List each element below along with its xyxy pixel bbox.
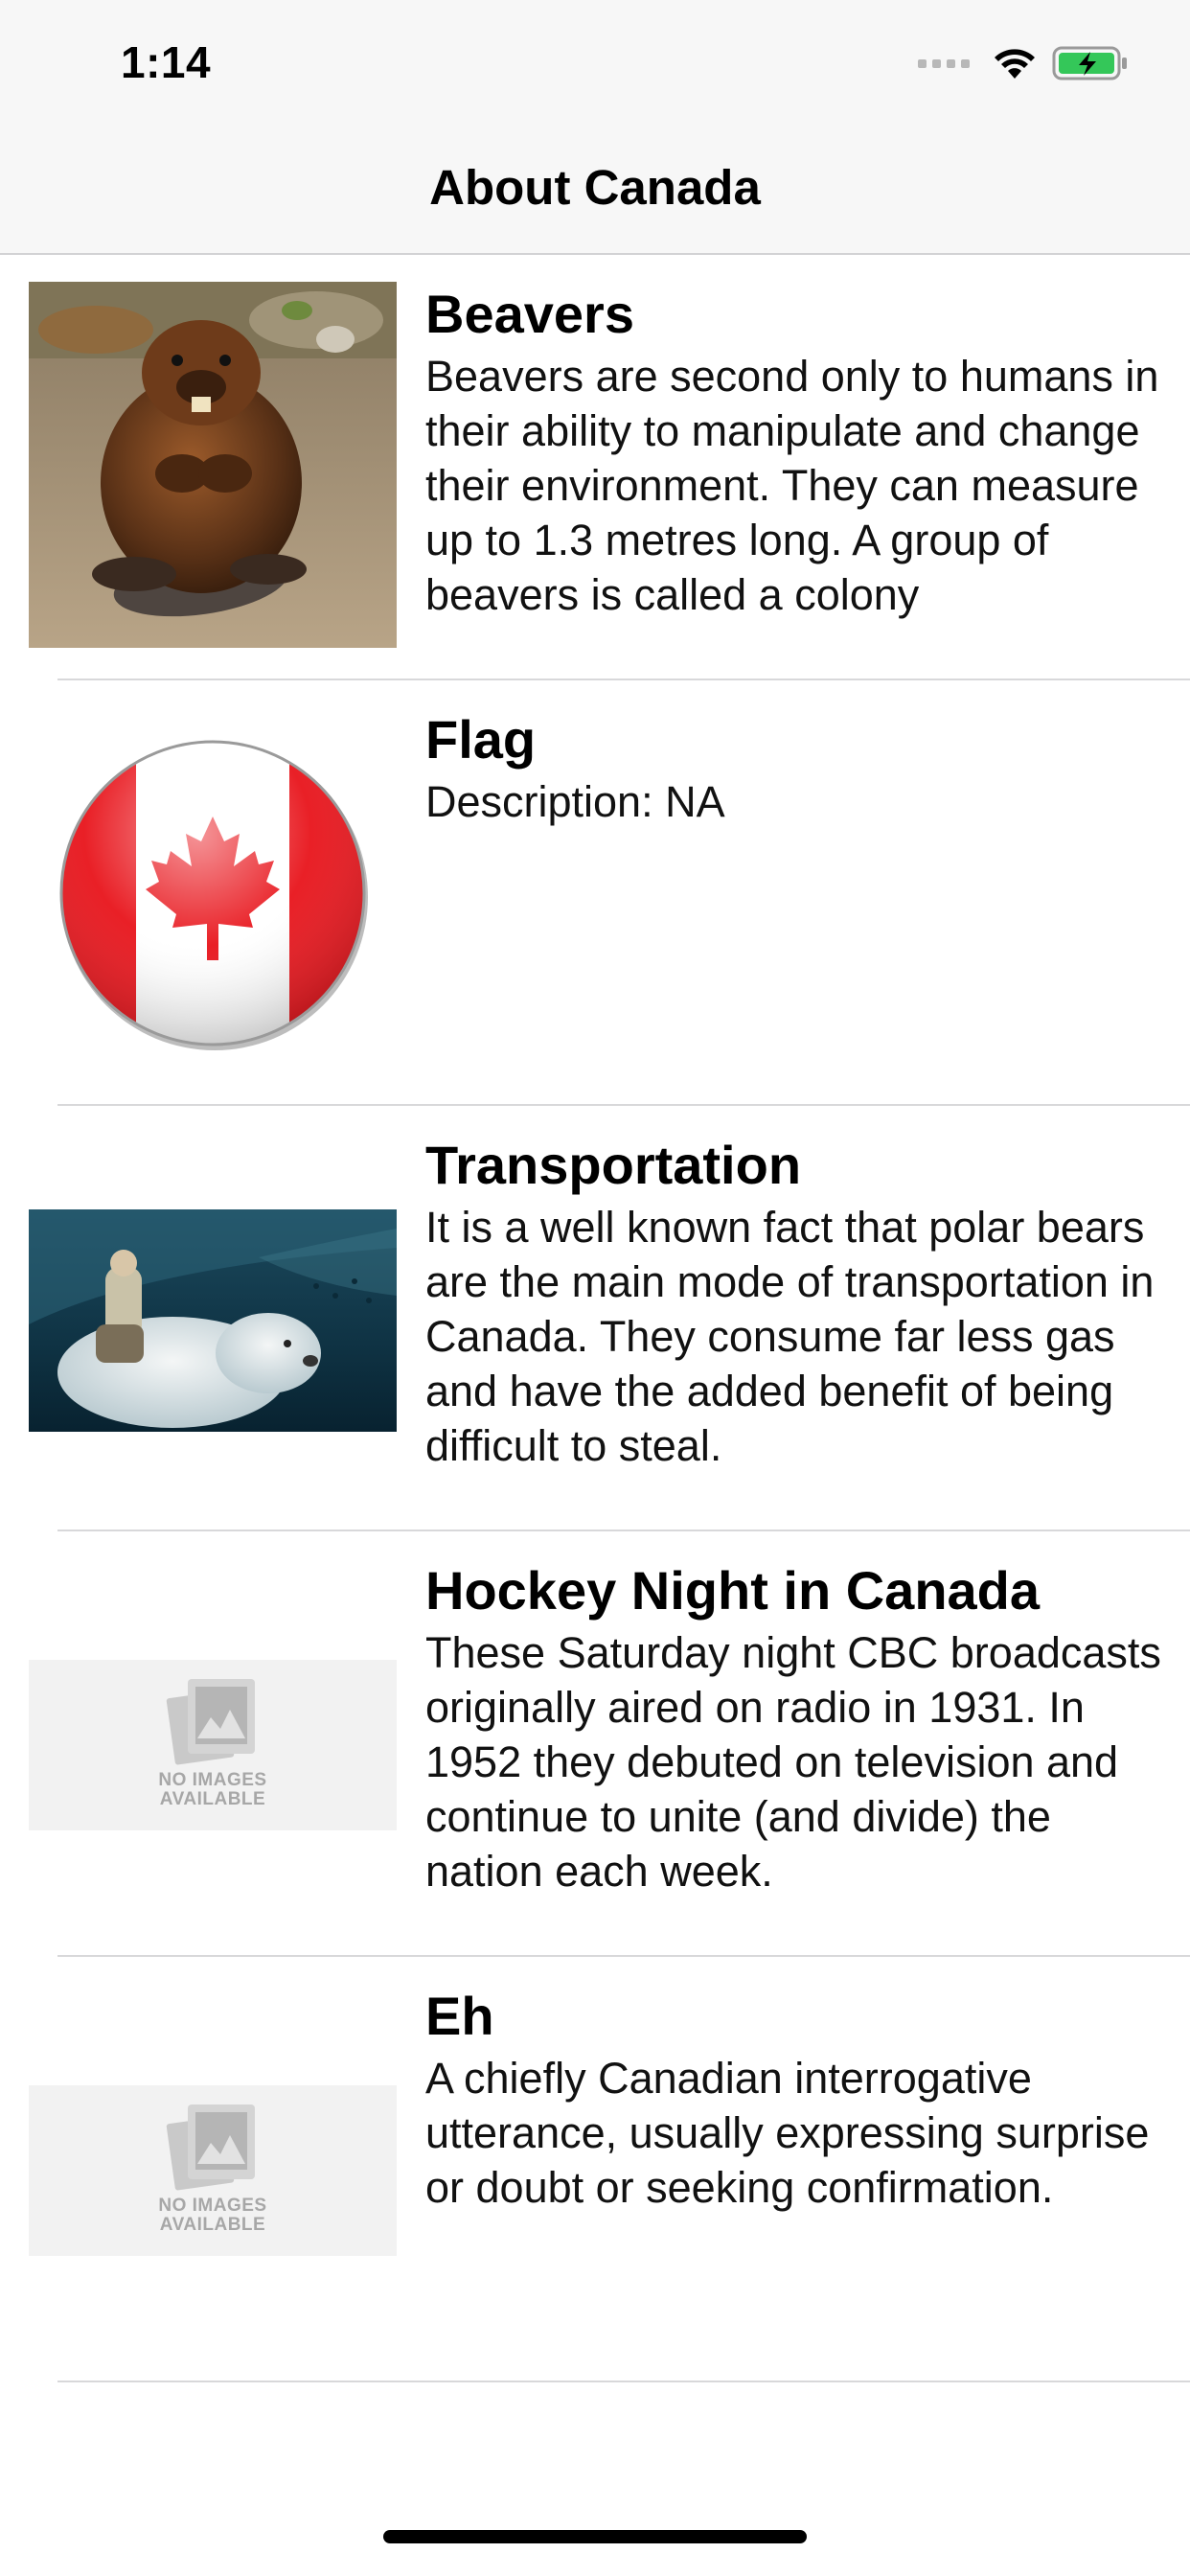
list-item[interactable]: Beavers Beavers are second only to human…: [0, 255, 1190, 680]
list-item-text: Hockey Night in Canada These Saturday ni…: [425, 1560, 1163, 1898]
no-images-placeholder: NO IMAGES AVAILABLE: [29, 1660, 397, 1830]
no-images-placeholder: NO IMAGES AVAILABLE: [29, 2085, 397, 2256]
list-item-description: Beavers are second only to humans in the…: [425, 352, 1159, 619]
list-item-description: Description: NA: [425, 777, 725, 826]
list-item[interactable]: Flag Description: NA: [0, 680, 1190, 1106]
list-item-description: It is a well known fact that polar bears…: [425, 1203, 1155, 1470]
list-item-text: Transportation It is a well known fact t…: [425, 1135, 1163, 1473]
navigation-bar: 1:14 About Canada: [0, 0, 1190, 255]
list-item[interactable]: NO IMAGES AVAILABLE Hockey Night in Cana…: [0, 1531, 1190, 1957]
app-screen: 1:14 About Canada Beavers Beavers are se…: [0, 0, 1190, 2576]
battery-charging-icon: [1052, 46, 1127, 80]
list-item-title: Hockey Night in Canada: [425, 1560, 1041, 1621]
list-item-text: Beavers Beavers are second only to human…: [425, 284, 1163, 622]
list-item-text: Flag Description: NA: [425, 709, 1163, 829]
list-item[interactable]: Transportation It is a well known fact t…: [0, 1106, 1190, 1531]
cellular-signal-icon: [918, 58, 970, 68]
polar-bear-photo: [29, 1209, 397, 1432]
no-images-label: NO IMAGES AVAILABLE: [158, 1770, 267, 1809]
wifi-icon: [995, 49, 1035, 79]
no-images-label: NO IMAGES AVAILABLE: [158, 2196, 267, 2235]
list-item-title: Beavers: [425, 284, 634, 344]
list-item[interactable]: NO IMAGES AVAILABLE Eh A chiefly Canadia…: [0, 1957, 1190, 2382]
list-item-description: These Saturday night CBC broadcasts orig…: [425, 1628, 1161, 1896]
list-item-title: Transportation: [425, 1135, 802, 1195]
page-title: About Canada: [429, 160, 761, 215]
beaver-photo: [29, 282, 397, 648]
status-time: 1:14: [121, 37, 212, 87]
list-item-text: Eh A chiefly Canadian interrogative utte…: [425, 1986, 1163, 2215]
canada-flag-button: [29, 738, 397, 1054]
content-list[interactable]: Beavers Beavers are second only to human…: [0, 255, 1190, 2382]
home-indicator[interactable]: [383, 2530, 807, 2543]
image-placeholder-icon: [166, 2104, 255, 2191]
image-placeholder-icon: [166, 1679, 255, 1765]
list-item-title: Flag: [425, 709, 537, 770]
list-item-description: A chiefly Canadian interrogative utteran…: [425, 2054, 1150, 2212]
list-item-title: Eh: [425, 1986, 494, 2046]
status-indicators: [918, 42, 1129, 84]
row-separator: [57, 2380, 1190, 2382]
